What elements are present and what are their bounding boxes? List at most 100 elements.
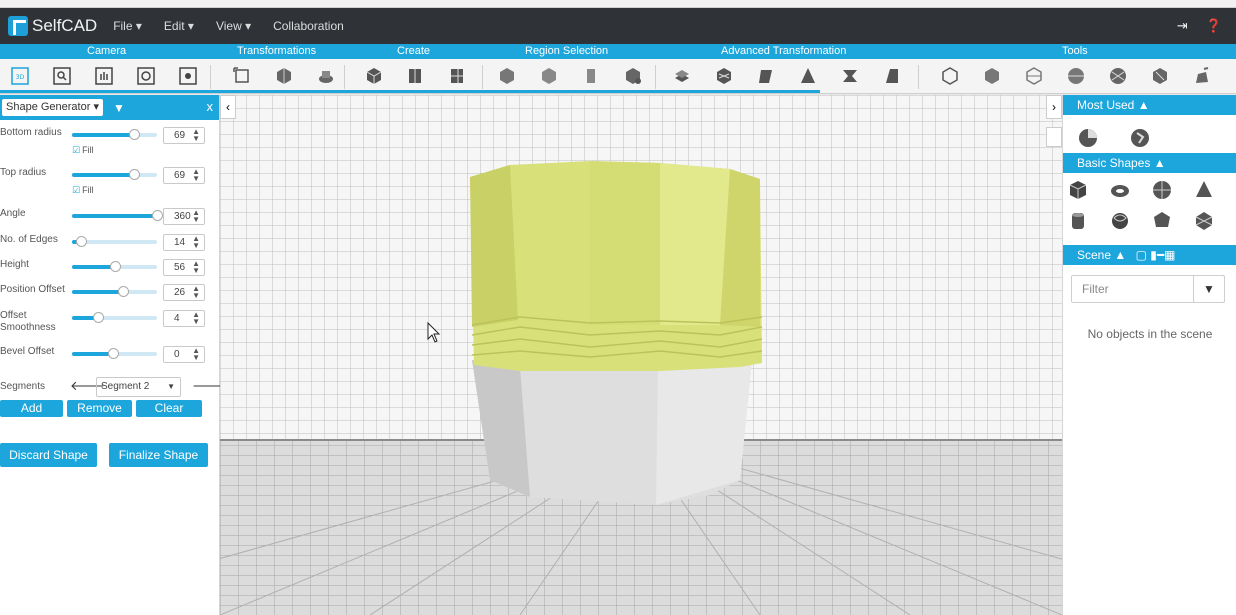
category-transformations[interactable]: Transformations bbox=[237, 44, 316, 59]
extrusion-icon[interactable] bbox=[672, 66, 692, 86]
select-vertex-icon[interactable] bbox=[623, 66, 643, 86]
fill-checkbox[interactable]: ☑ Fill bbox=[72, 185, 94, 196]
camera-3d-view-icon[interactable]: 3D bbox=[10, 66, 30, 86]
param-slider[interactable] bbox=[72, 312, 157, 323]
param-number-input[interactable]: 26 ▲ ▼ bbox=[163, 284, 205, 301]
spinner-icon[interactable]: ▲ ▼ bbox=[192, 311, 200, 326]
finalize-shape-button[interactable]: Finalize Shape bbox=[109, 443, 208, 467]
param-number-input[interactable]: 56 ▲ ▼ bbox=[163, 259, 205, 276]
scene-header[interactable]: Scene ▲ ▢ ▮━▦ bbox=[1063, 245, 1236, 265]
select-face-icon[interactable] bbox=[539, 66, 559, 86]
tool-slice-icon[interactable] bbox=[1024, 66, 1044, 86]
slider-knob[interactable] bbox=[109, 261, 121, 272]
spinner-icon[interactable]: ▲ ▼ bbox=[192, 285, 200, 300]
move-tool-icon[interactable] bbox=[232, 66, 252, 86]
basic-shapes-header[interactable]: Basic Shapes ▲ bbox=[1063, 153, 1236, 173]
create-text-icon[interactable] bbox=[448, 66, 468, 86]
select-region-icon[interactable] bbox=[497, 66, 517, 86]
bend-icon[interactable] bbox=[882, 66, 902, 86]
param-slider[interactable] bbox=[72, 169, 157, 180]
3d-viewport[interactable]: ‹ › bbox=[220, 95, 1062, 615]
add-segment-button[interactable]: Add bbox=[0, 400, 63, 417]
cube-icon[interactable] bbox=[1067, 179, 1089, 201]
knot-icon[interactable] bbox=[1109, 210, 1131, 232]
param-slider[interactable] bbox=[72, 261, 157, 272]
most-used-header[interactable]: Most Used ▲ bbox=[1063, 95, 1236, 115]
category-create[interactable]: Create bbox=[397, 44, 430, 59]
slider-knob[interactable] bbox=[92, 312, 104, 323]
slider-knob[interactable] bbox=[118, 286, 129, 297]
category-camera[interactable]: Camera bbox=[87, 44, 126, 59]
select-edge-icon[interactable] bbox=[581, 66, 601, 86]
panel-toggle-icon[interactable] bbox=[1046, 127, 1062, 147]
param-number-input[interactable]: 14 ▲ ▼ bbox=[163, 234, 205, 251]
torus-icon[interactable] bbox=[1109, 179, 1131, 201]
spinner-icon[interactable]: ▲ ▼ bbox=[192, 168, 200, 183]
rotate-tool-icon[interactable] bbox=[316, 66, 336, 86]
menu-file[interactable]: File ▾ bbox=[113, 19, 142, 33]
tool-measure-icon[interactable] bbox=[940, 66, 960, 86]
slider-knob[interactable] bbox=[152, 210, 163, 221]
camera-pan-icon[interactable] bbox=[94, 66, 114, 86]
tool-mesh-icon[interactable] bbox=[1108, 66, 1128, 86]
slider-knob[interactable] bbox=[129, 129, 141, 140]
bevel-icon[interactable] bbox=[756, 66, 776, 86]
category-advanced-transformation[interactable]: Advanced Transformation bbox=[721, 44, 846, 59]
tool-magic-icon[interactable] bbox=[1192, 66, 1212, 86]
help-icon[interactable]: ❓ bbox=[1206, 18, 1222, 34]
param-slider[interactable] bbox=[72, 236, 157, 247]
close-panel-icon[interactable]: x bbox=[207, 99, 214, 114]
param-number-input[interactable]: 360 ▲ ▼ bbox=[163, 208, 205, 225]
slider-knob[interactable] bbox=[107, 348, 119, 359]
camera-zoom-icon[interactable] bbox=[52, 66, 72, 86]
slider-knob[interactable] bbox=[129, 169, 141, 180]
spinner-icon[interactable]: ▲ ▼ bbox=[192, 209, 200, 224]
cone-icon[interactable] bbox=[1193, 179, 1215, 201]
remove-segment-button[interactable]: Remove bbox=[67, 400, 132, 417]
create-sketch-icon[interactable] bbox=[406, 66, 426, 86]
fill-checkbox[interactable]: ☑ Fill bbox=[72, 145, 94, 156]
filter-funnel-icon[interactable]: ▼ bbox=[1193, 275, 1225, 303]
collapse-right-panel-icon[interactable]: › bbox=[1046, 95, 1062, 119]
param-slider[interactable] bbox=[72, 348, 157, 359]
category-tools[interactable]: Tools bbox=[1062, 44, 1088, 59]
menu-view[interactable]: View ▾ bbox=[216, 19, 251, 33]
twist-icon[interactable] bbox=[840, 66, 860, 86]
stitch-scoop-icon[interactable] bbox=[714, 66, 734, 86]
category-region-selection[interactable]: Region Selection bbox=[525, 44, 608, 59]
camera-settings-icon[interactable] bbox=[178, 66, 198, 86]
spinner-icon[interactable]: ▲ ▼ bbox=[192, 260, 200, 275]
spinner-icon[interactable]: ▲ ▼ bbox=[192, 347, 200, 362]
clear-segments-button[interactable]: Clear bbox=[136, 400, 202, 417]
sphere-icon[interactable] bbox=[1151, 179, 1173, 201]
collapse-left-panel-icon[interactable]: ‹ bbox=[220, 95, 236, 119]
segment-select[interactable]: Segment 2 ▼ bbox=[96, 377, 181, 397]
shape-generator-dropdown[interactable]: Shape Generator ▾ bbox=[2, 99, 103, 116]
menu-edit[interactable]: Edit ▾ bbox=[164, 19, 194, 33]
menu-collaboration[interactable]: Collaboration bbox=[273, 19, 344, 33]
sphere-shape-icon[interactable] bbox=[1077, 127, 1099, 149]
create-shape-icon[interactable] bbox=[364, 66, 384, 86]
camera-rotate-icon[interactable] bbox=[136, 66, 156, 86]
tool-repair-icon[interactable] bbox=[1150, 66, 1170, 86]
param-number-input[interactable]: 0 ▲ ▼ bbox=[163, 346, 205, 363]
icosahedron-icon[interactable] bbox=[1193, 210, 1215, 232]
slider-knob[interactable] bbox=[75, 236, 87, 247]
spinner-icon[interactable]: ▲ ▼ bbox=[192, 235, 200, 250]
param-number-input[interactable]: 4 ▲ ▼ bbox=[163, 310, 205, 327]
discard-shape-button[interactable]: Discard Shape bbox=[0, 443, 97, 467]
torus-shape-icon[interactable] bbox=[1129, 127, 1151, 149]
taper-icon[interactable] bbox=[798, 66, 818, 86]
spinner-icon[interactable]: ▲ ▼ bbox=[192, 128, 200, 143]
scale-tool-icon[interactable] bbox=[274, 66, 294, 86]
collapse-arrow-icon[interactable]: ▼ bbox=[113, 101, 125, 115]
tool-solid-icon[interactable] bbox=[982, 66, 1002, 86]
param-slider[interactable] bbox=[72, 210, 163, 221]
view-mode-toggle-icon[interactable]: ▢ ▮━▦ bbox=[1136, 248, 1176, 262]
app-logo[interactable]: SelfCAD bbox=[0, 8, 97, 44]
param-number-input[interactable]: 69 ▲ ▼ bbox=[163, 127, 205, 144]
param-number-input[interactable]: 69 ▲ ▼ bbox=[163, 167, 205, 184]
param-slider[interactable] bbox=[72, 286, 157, 297]
dodecahedron-icon[interactable] bbox=[1151, 210, 1173, 232]
sign-in-icon[interactable]: ⇥ bbox=[1177, 18, 1188, 34]
